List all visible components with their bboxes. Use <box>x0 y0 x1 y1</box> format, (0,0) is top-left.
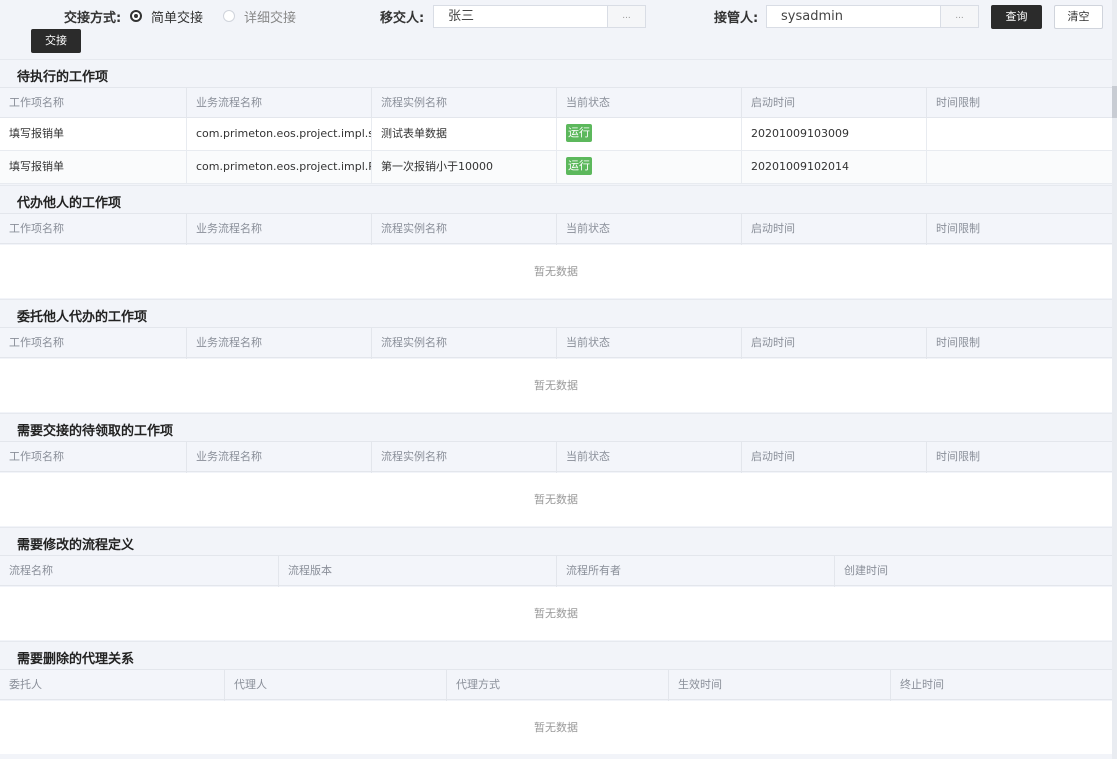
col-process-instance-name[interactable]: 流程实例名称 <box>372 328 557 359</box>
from-user-picker-button[interactable]: ... <box>607 5 646 28</box>
cell-current-status: 运行 <box>557 118 742 150</box>
col-process-instance-name[interactable]: 流程实例名称 <box>372 442 557 473</box>
col-biz-process-name[interactable]: 业务流程名称 <box>187 214 372 245</box>
col-effective-time[interactable]: 生效时间 <box>669 670 891 701</box>
col-principal[interactable]: 委托人 <box>0 670 225 701</box>
col-start-time[interactable]: 启动时间 <box>742 442 927 473</box>
col-current-status[interactable]: 当前状态 <box>557 442 742 473</box>
cell-process-instance-name: 测试表单数据 <box>372 118 557 150</box>
table-header: 工作项名称 业务流程名称 流程实例名称 当前状态 启动时间 时间限制 <box>0 441 1112 473</box>
empty-state: 暂无数据 <box>0 701 1112 754</box>
col-start-time[interactable]: 启动时间 <box>742 328 927 359</box>
agency-title: 需要删除的代理关系 <box>17 652 135 667</box>
col-start-time[interactable]: 启动时间 <box>742 88 927 119</box>
unclaimed-workitems-section: 需要交接的待领取的工作项 工作项名称 业务流程名称 流程实例名称 当前状态 启动… <box>0 413 1112 526</box>
col-time-limit[interactable]: 时间限制 <box>927 88 1112 119</box>
section-title: 需要交接的待领取的工作项 <box>0 413 1112 441</box>
delegated-workitems-section: 委托他人代办的工作项 工作项名称 业务流程名称 流程实例名称 当前状态 启动时间… <box>0 299 1112 412</box>
col-end-time[interactable]: 终止时间 <box>891 670 1112 701</box>
empty-state: 暂无数据 <box>0 245 1112 298</box>
table-row[interactable]: 填写报销单 com.primeton.eos.project.impl.R...… <box>0 151 1112 184</box>
mode-simple-radio[interactable] <box>130 10 142 22</box>
table-row[interactable]: 填写报销单 com.primeton.eos.project.impl.s...… <box>0 118 1112 151</box>
col-process-instance-name[interactable]: 流程实例名称 <box>372 88 557 119</box>
agent-title: 代办他人的工作项 <box>17 196 122 211</box>
col-biz-process-name[interactable]: 业务流程名称 <box>187 88 372 119</box>
col-agent[interactable]: 代理人 <box>225 670 447 701</box>
section-title: 待执行的工作项 <box>0 59 1112 87</box>
col-biz-process-name[interactable]: 业务流程名称 <box>187 328 372 359</box>
status-badge: 运行 <box>566 157 592 175</box>
from-user-input[interactable]: 张三 <box>433 5 608 28</box>
col-create-time[interactable]: 创建时间 <box>835 556 1112 587</box>
pending-workitems-section: 待执行的工作项 工作项名称 业务流程名称 流程实例名称 当前状态 启动时间 时间… <box>0 59 1112 185</box>
cell-time-limit <box>927 151 1112 183</box>
status-badge: 运行 <box>566 124 592 142</box>
mode-simple-label[interactable]: 简单交接 <box>151 7 203 26</box>
to-user-input[interactable]: sysadmin <box>766 5 941 28</box>
cell-workitem-name: 填写报销单 <box>0 151 187 183</box>
to-user-label: 接管人: <box>714 11 759 26</box>
col-workitem-name[interactable]: 工作项名称 <box>0 88 187 119</box>
process-definitions-section: 需要修改的流程定义 流程名称 流程版本 流程所有者 创建时间 暂无数据 <box>0 527 1112 640</box>
col-current-status[interactable]: 当前状态 <box>557 328 742 359</box>
clear-button[interactable]: 清空 <box>1054 5 1103 29</box>
from-user-label: 移交人: <box>380 11 425 26</box>
col-process-instance-name[interactable]: 流程实例名称 <box>372 214 557 245</box>
pending-title: 待执行的工作项 <box>17 70 109 85</box>
table-header: 工作项名称 业务流程名称 流程实例名称 当前状态 启动时间 时间限制 <box>0 213 1112 245</box>
col-process-owner[interactable]: 流程所有者 <box>557 556 835 587</box>
table-header: 工作项名称 业务流程名称 流程实例名称 当前状态 启动时间 时间限制 <box>0 87 1112 119</box>
section-title: 需要删除的代理关系 <box>0 641 1112 669</box>
col-process-version[interactable]: 流程版本 <box>279 556 557 587</box>
col-time-limit[interactable]: 时间限制 <box>927 214 1112 245</box>
col-agency-type[interactable]: 代理方式 <box>447 670 669 701</box>
table-header: 工作项名称 业务流程名称 流程实例名称 当前状态 启动时间 时间限制 <box>0 327 1112 359</box>
col-biz-process-name[interactable]: 业务流程名称 <box>187 442 372 473</box>
mode-detail-label[interactable]: 详细交接 <box>244 7 296 26</box>
cell-start-time: 20201009102014 <box>742 151 927 183</box>
col-process-name[interactable]: 流程名称 <box>0 556 279 587</box>
process-defs-title: 需要修改的流程定义 <box>17 538 135 553</box>
agency-relations-section: 需要删除的代理关系 委托人 代理人 代理方式 生效时间 终止时间 暂无数据 <box>0 641 1112 759</box>
section-title: 需要修改的流程定义 <box>0 527 1112 555</box>
to-user-picker-button[interactable]: ... <box>940 5 979 28</box>
col-time-limit[interactable]: 时间限制 <box>927 328 1112 359</box>
empty-state: 暂无数据 <box>0 359 1112 412</box>
filter-toolbar: 交接方式: 简单交接 详细交接 移交人: 张三 ... 接管人: sysadmi… <box>0 0 1117 58</box>
col-start-time[interactable]: 启动时间 <box>742 214 927 245</box>
table-header: 委托人 代理人 代理方式 生效时间 终止时间 <box>0 669 1112 701</box>
cell-start-time: 20201009103009 <box>742 118 927 150</box>
cell-biz-process-name: com.primeton.eos.project.impl.s... <box>187 118 372 150</box>
scrollbar-thumb[interactable] <box>1112 86 1117 118</box>
section-title: 代办他人的工作项 <box>0 185 1112 213</box>
col-workitem-name[interactable]: 工作项名称 <box>0 442 187 473</box>
mode-detail-radio[interactable] <box>223 10 235 22</box>
cell-process-instance-name: 第一次报销小于10000 <box>372 151 557 183</box>
col-current-status[interactable]: 当前状态 <box>557 214 742 245</box>
col-workitem-name[interactable]: 工作项名称 <box>0 214 187 245</box>
empty-state: 暂无数据 <box>0 587 1112 640</box>
empty-state: 暂无数据 <box>0 473 1112 526</box>
agent-workitems-section: 代办他人的工作项 工作项名称 业务流程名称 流程实例名称 当前状态 启动时间 时… <box>0 185 1112 298</box>
col-workitem-name[interactable]: 工作项名称 <box>0 328 187 359</box>
cell-current-status: 运行 <box>557 151 742 183</box>
col-current-status[interactable]: 当前状态 <box>557 88 742 119</box>
query-button[interactable]: 查询 <box>991 5 1042 29</box>
section-title: 委托他人代办的工作项 <box>0 299 1112 327</box>
cell-workitem-name: 填写报销单 <box>0 118 187 150</box>
handover-mode-label: 交接方式: <box>64 11 122 26</box>
unclaimed-title: 需要交接的待领取的工作项 <box>17 424 174 439</box>
cell-biz-process-name: com.primeton.eos.project.impl.R... <box>187 151 372 183</box>
col-time-limit[interactable]: 时间限制 <box>927 442 1112 473</box>
delegated-title: 委托他人代办的工作项 <box>17 310 148 325</box>
table-header: 流程名称 流程版本 流程所有者 创建时间 <box>0 555 1112 587</box>
cell-time-limit <box>927 118 1112 150</box>
handover-button[interactable]: 交接 <box>31 29 81 53</box>
